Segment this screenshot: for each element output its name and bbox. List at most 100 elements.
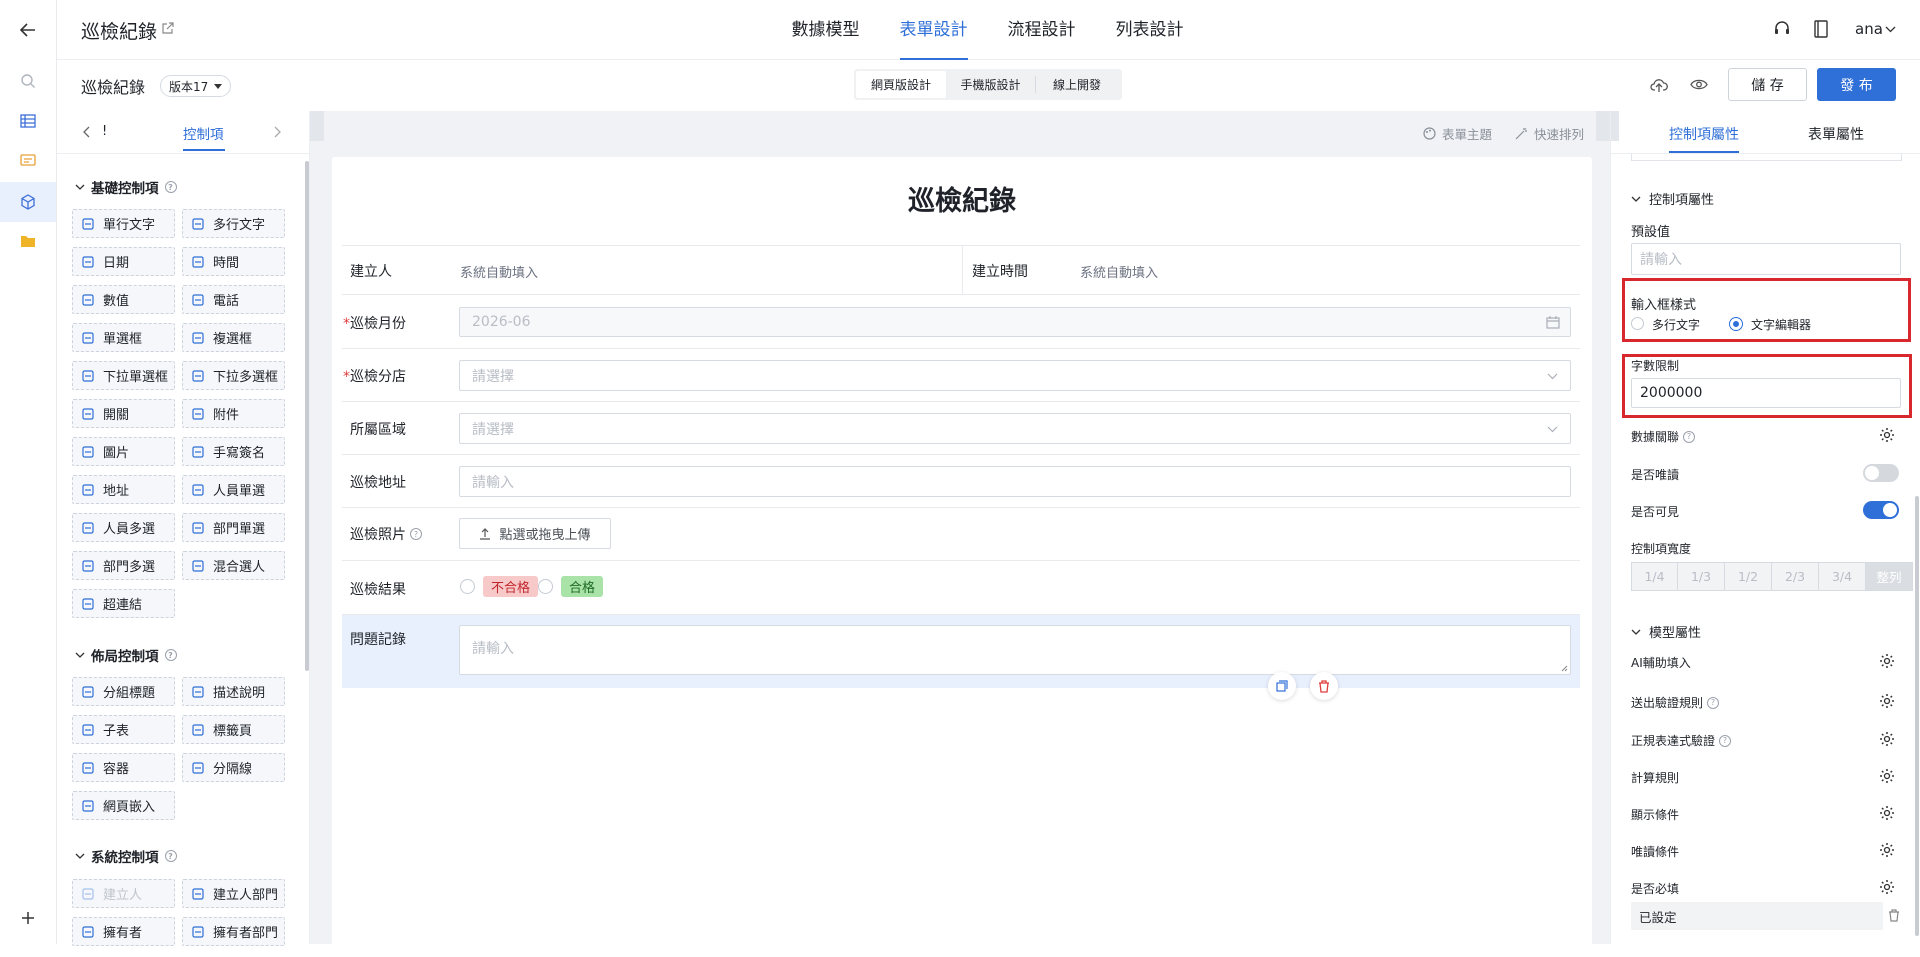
control-tile[interactable]: 擁有者 [72, 917, 175, 946]
help-icon[interactable]: ? [165, 850, 177, 862]
user-menu[interactable]: ana [1855, 20, 1883, 38]
headset-icon[interactable] [1773, 20, 1791, 38]
width-third[interactable]: 1/3 [1678, 562, 1725, 591]
control-tile[interactable]: 子表 [72, 715, 175, 744]
back-arrow-icon[interactable] [14, 16, 42, 44]
version-select[interactable]: 版本17 [160, 75, 231, 97]
width-full[interactable]: 整列 [1866, 562, 1913, 591]
chevron-left-icon[interactable] [83, 126, 91, 138]
system-controls-header[interactable]: 系統控制項? [75, 846, 177, 866]
data-link-gear-icon[interactable] [1879, 427, 1895, 443]
control-tile[interactable]: 人員單選 [182, 475, 285, 504]
trash-icon[interactable] [1888, 909, 1900, 922]
tab-data-model[interactable]: 數據模型 [792, 0, 860, 60]
help-icon[interactable]: ? [1719, 735, 1731, 747]
quick-arrange-button[interactable]: 快速排列 [1515, 124, 1584, 143]
folder-icon[interactable] [14, 227, 42, 255]
control-tile[interactable]: 附件 [182, 399, 285, 428]
help-icon[interactable]: ? [410, 528, 422, 540]
region-select[interactable]: 請選擇 [459, 413, 1571, 444]
tab-list-design[interactable]: 列表設計 [1116, 0, 1184, 60]
control-tile[interactable]: 分組標題 [72, 677, 175, 706]
tab-flow-design[interactable]: 流程設計 [1008, 0, 1076, 60]
control-tile[interactable]: 地址 [72, 475, 175, 504]
tab-form-design[interactable]: 表單設計 [900, 0, 968, 60]
control-tile[interactable]: 電話 [182, 285, 285, 314]
table-icon[interactable] [14, 107, 42, 135]
control-tile[interactable]: 下拉單選框 [72, 361, 175, 390]
radio-fail[interactable] [460, 579, 475, 594]
radio-rich-editor[interactable] [1729, 317, 1743, 331]
gear-icon[interactable] [1879, 805, 1895, 821]
preview-eye-icon[interactable] [1690, 78, 1708, 91]
gear-icon[interactable] [1879, 653, 1895, 669]
cloud-upload-icon[interactable] [1650, 77, 1668, 93]
copy-button[interactable] [1268, 672, 1296, 700]
control-tile[interactable]: 超連結 [72, 589, 175, 618]
tab-mobile-design[interactable]: 手機版設計 [946, 76, 1036, 93]
book-icon[interactable] [1814, 20, 1828, 38]
help-icon[interactable]: ? [165, 649, 177, 661]
gear-icon[interactable] [1879, 731, 1895, 747]
layout-controls-header[interactable]: 佈局控制項? [75, 645, 177, 665]
control-tile[interactable]: 複選框 [182, 323, 285, 352]
control-tile[interactable]: 混合選人 [182, 551, 285, 580]
upload-button[interactable]: 點選或拖曳上傳 [459, 518, 611, 549]
visible-toggle[interactable] [1863, 501, 1899, 519]
tab-online-dev[interactable]: 線上開發 [1036, 71, 1118, 98]
radio-multiline[interactable] [1631, 317, 1644, 330]
resize-handle-icon[interactable] [1561, 665, 1568, 672]
branch-select[interactable]: 請選擇 [459, 360, 1571, 391]
control-tile[interactable]: 標籤頁 [182, 715, 285, 744]
delete-button[interactable] [1310, 672, 1338, 700]
radio-pass[interactable] [538, 579, 553, 594]
control-tile[interactable]: 部門單選 [182, 513, 285, 542]
toolbox-scrollbar[interactable] [305, 161, 309, 671]
control-tile[interactable]: 日期 [72, 247, 175, 276]
gear-icon[interactable] [1879, 879, 1895, 895]
cube-icon[interactable] [0, 182, 56, 222]
publish-button[interactable]: 發 布 [1817, 68, 1896, 101]
control-tile[interactable]: 下拉多選框 [182, 361, 285, 390]
month-picker[interactable]: 2026-06 [459, 307, 1571, 337]
issue-textarea[interactable]: 請輸入 [459, 625, 1571, 675]
search-icon[interactable] [14, 67, 42, 95]
readonly-toggle[interactable] [1863, 464, 1899, 482]
gear-icon[interactable] [1879, 768, 1895, 784]
control-tile[interactable]: 容器 [72, 753, 175, 782]
chat-icon[interactable] [14, 147, 42, 175]
tab-form-props[interactable]: 表單屬性 [1808, 124, 1864, 144]
model-props-section[interactable]: 模型屬性 [1631, 622, 1701, 641]
chevron-down-icon[interactable] [1885, 26, 1896, 33]
tab-control-props[interactable]: 控制項屬性 [1669, 124, 1739, 144]
panel-scrollbar[interactable] [1915, 496, 1919, 936]
width-three-quarters[interactable]: 3/4 [1819, 562, 1866, 591]
help-icon[interactable]: ? [1683, 431, 1695, 443]
tab-web-design[interactable]: 網頁版設計 [856, 71, 946, 98]
control-tile[interactable]: 分隔線 [182, 753, 285, 782]
control-tile[interactable]: 擁有者部門 [182, 917, 285, 946]
gear-icon[interactable] [1879, 693, 1895, 709]
collapse-left-handle[interactable] [310, 111, 324, 141]
control-props-section[interactable]: 控制項屬性 [1631, 189, 1714, 208]
control-tile[interactable]: 部門多選 [72, 551, 175, 580]
control-tile[interactable]: 人員多選 [72, 513, 175, 542]
chevron-right-icon[interactable] [273, 126, 281, 138]
width-quarter[interactable]: 1/4 [1631, 562, 1678, 591]
tab-controls[interactable]: 控制項 [183, 123, 224, 143]
control-tile[interactable]: 建立人 [72, 879, 175, 908]
control-tile[interactable]: 單行文字 [72, 209, 175, 238]
form-row-issue-selected[interactable]: 問題記錄 請輸入 [342, 615, 1580, 688]
width-half[interactable]: 1/2 [1725, 562, 1772, 591]
panel-collapse-handle[interactable] [1611, 111, 1619, 141]
form-theme-button[interactable]: 表單主題 [1423, 124, 1492, 143]
control-tile[interactable]: 單選框 [72, 323, 175, 352]
control-tile[interactable]: 手寫簽名 [182, 437, 285, 466]
default-value-input[interactable]: 請輸入 [1631, 243, 1901, 275]
collapse-right-handle[interactable] [1596, 111, 1610, 141]
tab-prev[interactable]: ! [102, 124, 107, 139]
char-limit-input[interactable]: 2000000 [1631, 378, 1901, 408]
control-tile[interactable]: 多行文字 [182, 209, 285, 238]
add-icon[interactable] [14, 904, 42, 932]
control-tile[interactable]: 網頁嵌入 [72, 791, 175, 820]
